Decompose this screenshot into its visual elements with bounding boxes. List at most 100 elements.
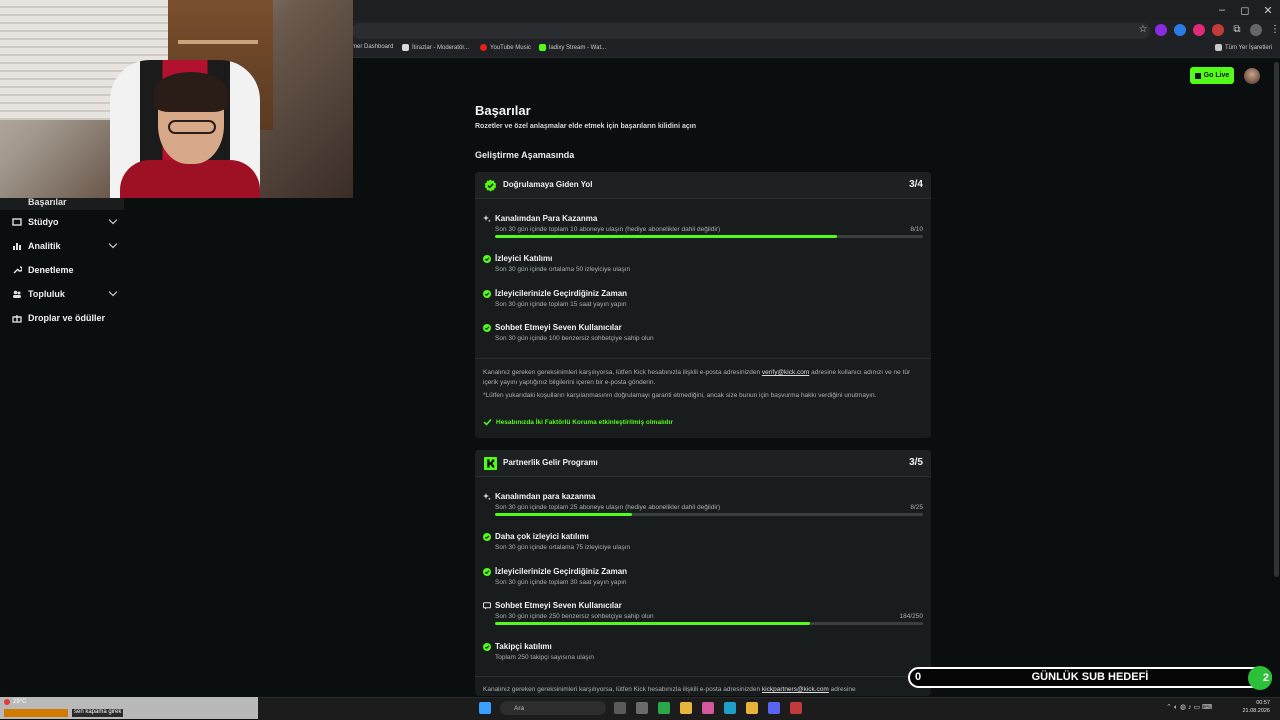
star-icon[interactable]: ☆ <box>1138 24 1148 36</box>
verify-email-link[interactable]: verify@kick.com <box>762 369 809 376</box>
sidebar-item-studio[interactable]: Stüdyo <box>12 214 120 230</box>
chat-username <box>4 709 68 717</box>
sidebar-item-label: Analitik <box>28 241 61 251</box>
requirement-description: Toplam 250 takipçi sayısına ulaşın <box>495 654 594 661</box>
puzzle-icon[interactable]: ⧉ <box>1231 24 1243 36</box>
requirement-description: Son 30 gün içinde toplam 10 aboneye ulaş… <box>495 226 721 233</box>
page-scrollbar[interactable] <box>1274 62 1279 577</box>
webcam-overlay <box>0 0 353 198</box>
system-tray[interactable]: ⌃ ◐ ◍ ♪ ▭ ⌨ <box>1166 703 1212 711</box>
card-progress-count: 3/5 <box>909 457 923 468</box>
go-live-button[interactable]: Go Live <box>1190 67 1234 84</box>
task-view-icon[interactable] <box>614 702 626 714</box>
requirement-description: Son 30 gün içinde ortalama 75 izleyiciye… <box>495 544 631 551</box>
bookmark-dashboard[interactable]: mer Dashboard <box>352 44 393 50</box>
all-bookmarks[interactable]: Tüm Yer İşaretleri <box>1215 44 1272 51</box>
card-progress-count: 3/4 <box>909 179 923 190</box>
requirement-description: Son 30 gün içinde 250 benzersiz sohbetçi… <box>495 613 654 620</box>
sparkle-icon <box>483 493 491 501</box>
check-circle-icon <box>483 324 491 332</box>
menu-dots-icon[interactable]: ⋮ <box>1269 24 1280 36</box>
check-circle-icon <box>483 533 491 541</box>
sidebar-item-label: Droplar ve ödüller <box>28 313 106 323</box>
page-icon <box>402 44 409 51</box>
sparkle-icon <box>483 215 491 223</box>
requirement-item: İzleyicilerinizle Geçirdiğiniz Zaman Son… <box>483 567 923 589</box>
maximize-button[interactable]: ◻ <box>1233 4 1257 17</box>
extension-icon-1[interactable] <box>1155 24 1167 36</box>
progress-bar <box>495 622 923 625</box>
achievement-card-partnership: Partnerlik Gelir Programı 3/5 Kanalımdan… <box>475 450 931 696</box>
sidebar-item-achievements[interactable]: Başarılar <box>0 197 124 210</box>
folder-icon[interactable] <box>680 702 692 714</box>
studio-icon <box>12 218 22 226</box>
taskbar-clock[interactable]: 00:57 21.08.2026 <box>1238 699 1270 715</box>
chat-icon <box>483 602 491 610</box>
sub-goal-target: 2 <box>1248 666 1272 690</box>
requirement-title: Daha çok izleyici katılımı <box>495 532 589 541</box>
partner-email-link[interactable]: kickpartners@kick.com <box>762 686 829 693</box>
requirement-item: Sohbet Etmeyi Seven Kullanıcılar Son 30 … <box>483 601 923 629</box>
requirement-description: Son 30 gün içinde toplam 15 saat yayın y… <box>495 301 627 308</box>
partnership-note: Kanalınız gereken gereksinimleri karşılı… <box>483 685 923 695</box>
bookmark-kick-stream[interactable]: ladixy Stream - Wat... <box>539 44 606 51</box>
verification-note: Kanalınız gereken gereksinimleri karşılı… <box>483 368 923 388</box>
card-header: Partnerlik Gelir Programı 3/5 <box>475 450 931 477</box>
two-factor-text: Hesabınızda İki Faktörlü Koruma etkinleş… <box>496 418 673 426</box>
kick-icon <box>539 44 546 51</box>
section-title: Geliştirme Aşamasında <box>475 150 575 160</box>
profile-icon[interactable] <box>1250 24 1262 36</box>
requirement-title: Kanalımdan para kazanma <box>495 492 596 501</box>
extension-icon-4[interactable] <box>1212 24 1224 36</box>
windows-start-icon[interactable] <box>479 702 491 714</box>
bookmark-youtube-music[interactable]: YouTube Music <box>480 44 531 51</box>
note-text: Kanalınız gereken gereksinimleri karşılı… <box>483 369 761 376</box>
chevron-down-icon <box>108 287 118 297</box>
app-icon[interactable] <box>790 702 802 714</box>
store-icon[interactable] <box>702 702 714 714</box>
extension-icon-3[interactable] <box>1193 24 1205 36</box>
requirement-title: İzleyicilerinizle Geçirdiğiniz Zaman <box>495 567 628 576</box>
chrome-icon[interactable] <box>746 702 758 714</box>
chevron-down-icon <box>108 215 118 225</box>
sidebar-item-analytics[interactable]: Analitik <box>12 238 120 254</box>
sidebar-item-moderation[interactable]: Denetleme <box>12 262 120 278</box>
requirement-description: Son 30 gün içinde 100 benzersiz sohbetçi… <box>495 335 654 342</box>
url-field[interactable] <box>352 23 1150 39</box>
requirement-item: Takipçi katılımı Toplam 250 takipçi sayı… <box>483 642 923 664</box>
xbox-icon[interactable] <box>658 702 670 714</box>
taskbar-search[interactable]: Ara <box>500 701 606 715</box>
requirement-description: Son 30 gün içinde ortalama 50 izleyiciye… <box>495 266 631 273</box>
streamer-hair <box>154 72 228 112</box>
check-circle-icon <box>483 643 491 651</box>
card-header: Doğrulamaya Giden Yol 3/4 <box>475 172 931 199</box>
note-text: adresine <box>830 686 856 693</box>
file-explorer-icon[interactable] <box>636 702 648 714</box>
minimize-button[interactable]: – <box>1210 4 1234 16</box>
page-subtitle: Rozetler ve özel anlaşmalar elde etmek i… <box>475 123 696 130</box>
close-window-button[interactable]: ✕ <box>1256 4 1280 17</box>
requirement-item: İzleyicilerinizle Geçirdiğiniz Zaman Son… <box>483 289 923 311</box>
gift-icon <box>12 315 22 323</box>
requirement-description: Son 30 gün içinde toplam 25 aboneye ulaş… <box>495 504 721 511</box>
bookmark-moderator[interactable]: İtirazlar - Moderatör... <box>402 44 469 51</box>
go-live-label: Go Live <box>1203 72 1230 79</box>
youtube-music-icon <box>480 44 487 51</box>
user-avatar[interactable] <box>1244 68 1260 84</box>
extension-icon-2[interactable] <box>1174 24 1186 36</box>
page-title: Başarılar <box>475 103 531 118</box>
progress-bar-fill <box>495 235 838 238</box>
community-icon <box>13 290 21 298</box>
divider <box>475 358 931 359</box>
discord-icon[interactable] <box>768 702 780 714</box>
requirement-item: İzleyici Katılımı Son 30 gün içinde orta… <box>483 254 923 276</box>
weather-icon <box>4 699 10 705</box>
check-circle-icon <box>483 568 491 576</box>
sidebar-item-label: Topluluk <box>28 289 65 299</box>
browser-extensions: ☆ ⧉ ⋮ <box>1138 24 1280 36</box>
requirement-item: Sohbet Etmeyi Seven Kullanıcılar Son 30 … <box>483 323 923 345</box>
sidebar-item-community[interactable]: Topluluk <box>12 286 120 302</box>
sidebar-item-drops[interactable]: Droplar ve ödüller <box>12 310 120 326</box>
sub-goal-widget: 0 GÜNLÜK SUB HEDEFİ 2 <box>908 666 1272 690</box>
edge-icon[interactable] <box>724 702 736 714</box>
